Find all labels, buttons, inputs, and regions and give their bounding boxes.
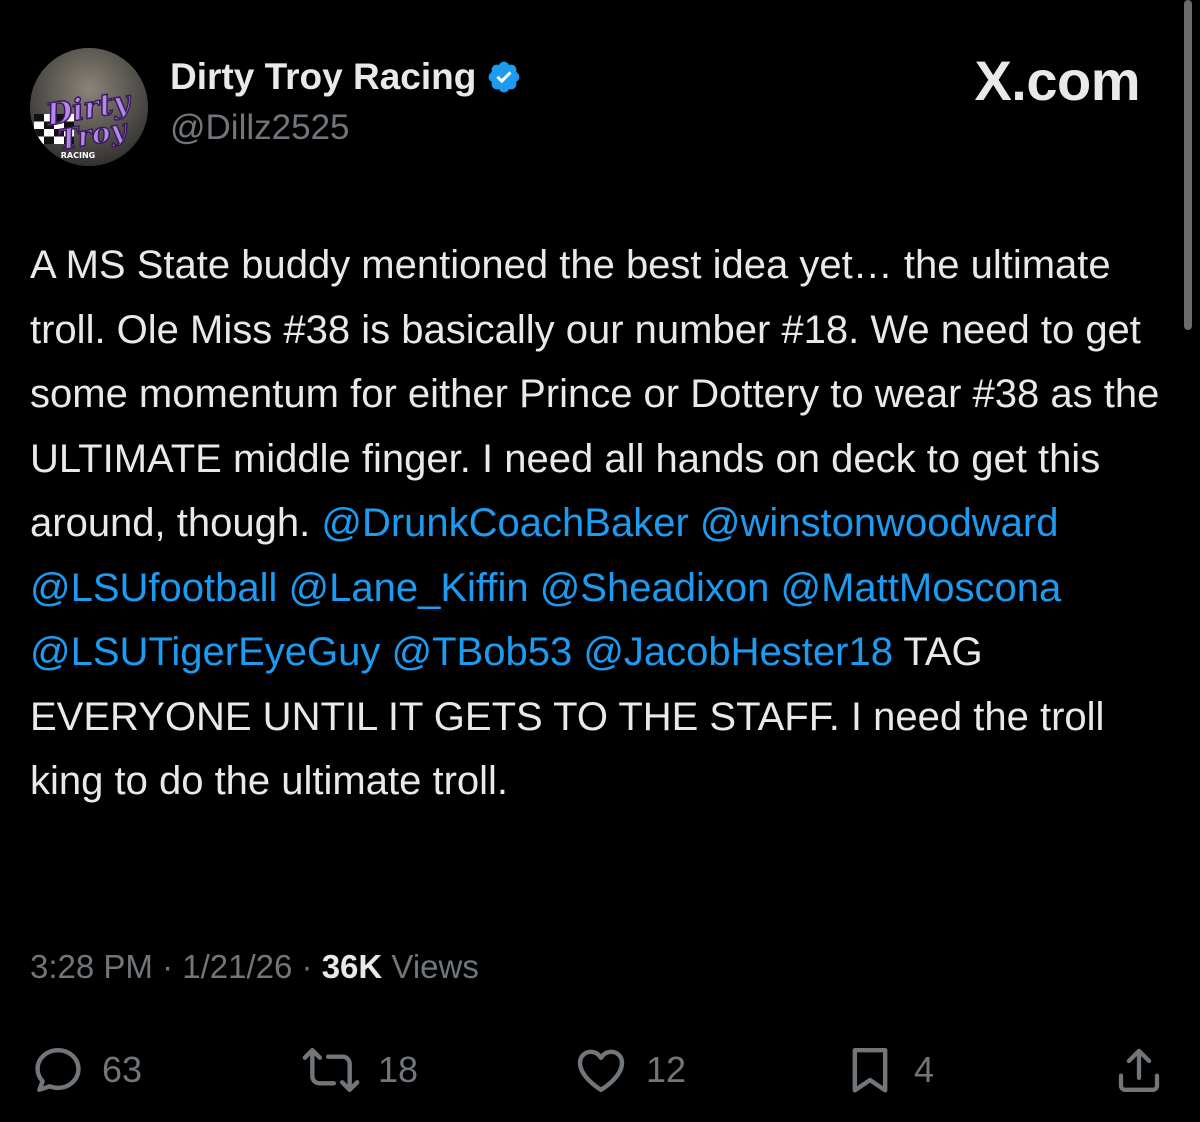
tweet-meta: 3:28 PM · 1/21/26 · 36K Views xyxy=(30,948,479,986)
share-icon xyxy=(1112,1042,1166,1098)
repost-button[interactable]: 18 xyxy=(300,1042,418,1098)
display-name[interactable]: Dirty Troy Racing xyxy=(170,56,522,98)
verified-badge-icon xyxy=(486,59,522,95)
like-count: 12 xyxy=(646,1049,687,1090)
scrollbar[interactable] xyxy=(1184,0,1192,330)
tweet-text-main: A MS State buddy mentioned the best idea… xyxy=(30,243,1160,545)
reply-button[interactable]: 63 xyxy=(30,1042,142,1098)
mention-link[interactable]: @MattMoscona xyxy=(780,566,1061,610)
views-label: Views xyxy=(391,948,479,985)
display-name-text: Dirty Troy Racing xyxy=(170,56,477,97)
views-count: 36K xyxy=(321,948,383,985)
tweet-date[interactable]: 1/21/26 xyxy=(182,948,292,985)
bookmark-icon xyxy=(842,1042,898,1098)
reply-icon xyxy=(30,1042,86,1098)
tweet-text: A MS State buddy mentioned the best idea… xyxy=(30,233,1180,814)
meta-separator: · xyxy=(162,948,174,985)
bookmark-button[interactable]: 4 xyxy=(842,1042,934,1098)
avatar-logo-icon: Dirty Troy RACING xyxy=(30,48,148,166)
brand-watermark: X.com xyxy=(974,49,1140,112)
mention-link[interactable]: @LSUfootball xyxy=(30,566,277,610)
bookmark-count: 4 xyxy=(914,1049,935,1090)
repost-icon xyxy=(300,1042,362,1098)
like-button[interactable]: 12 xyxy=(572,1042,686,1098)
like-icon xyxy=(572,1042,630,1098)
mention-link[interactable]: @LSUTigerEyeGuy xyxy=(30,630,380,674)
tweet-time[interactable]: 3:28 PM xyxy=(30,948,153,985)
mention-link[interactable]: @JacobHester18 xyxy=(583,630,893,674)
avatar[interactable]: Dirty Troy RACING xyxy=(30,48,148,166)
mention-link[interactable]: @winstonwoodward xyxy=(700,501,1059,545)
mention-link[interactable]: @Lane_Kiffin xyxy=(289,566,529,610)
share-button[interactable] xyxy=(1112,1042,1166,1098)
avatar-text-racing: RACING xyxy=(61,151,95,160)
repost-count: 18 xyxy=(378,1049,419,1090)
reply-count: 63 xyxy=(102,1049,143,1090)
mention-link[interactable]: @TBob53 xyxy=(391,630,572,674)
handle[interactable]: @Dillz2525 xyxy=(170,108,350,148)
meta-separator: · xyxy=(301,948,313,985)
mention-link[interactable]: @Sheadixon xyxy=(540,566,770,610)
mention-link[interactable]: @DrunkCoachBaker xyxy=(321,501,688,545)
